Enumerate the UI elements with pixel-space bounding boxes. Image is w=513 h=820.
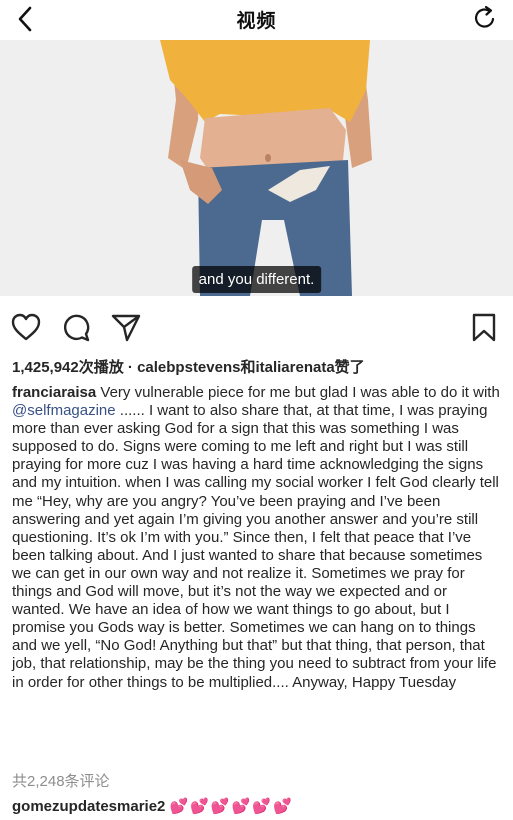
action-bar: [0, 306, 513, 346]
top-bar: 视频: [0, 0, 513, 40]
video-player[interactable]: and you different.: [0, 40, 513, 296]
share-icon[interactable]: [110, 312, 142, 342]
comment-text: 💕💕💕💕💕💕: [169, 798, 294, 815]
caption-mention[interactable]: @selfmagazine: [12, 402, 116, 419]
caption-username[interactable]: franciaraisa: [12, 384, 96, 401]
comment-icon[interactable]: [60, 312, 92, 342]
refresh-icon[interactable]: [471, 4, 499, 32]
heart-icon[interactable]: [10, 312, 42, 342]
liked-by[interactable]: calebpstevens和italiarenata赞了: [137, 359, 365, 376]
comment-username[interactable]: gomezupdatesmarie2: [12, 798, 165, 815]
post-stats: 1,425,942次播放 · calebpstevens和italiarenat…: [12, 356, 365, 377]
page-title: 视频: [236, 11, 277, 32]
post-caption: franciaraisa Very vulnerable piece for m…: [12, 384, 502, 692]
video-subtitle: and you different.: [191, 266, 322, 293]
caption-text-2: ...... I want to also share that, at tha…: [12, 402, 499, 691]
view-count[interactable]: 1,425,942次播放: [12, 359, 124, 376]
stats-separator: ·: [123, 359, 138, 376]
comment-item: gomezupdatesmarie2 💕💕💕💕💕💕: [12, 797, 294, 815]
caption-text-1: Very vulnerable piece for me but glad I …: [96, 384, 500, 401]
video-frame: [0, 40, 513, 296]
view-comments-link[interactable]: 共2,248条评论: [12, 770, 110, 791]
bookmark-icon[interactable]: [468, 312, 500, 342]
